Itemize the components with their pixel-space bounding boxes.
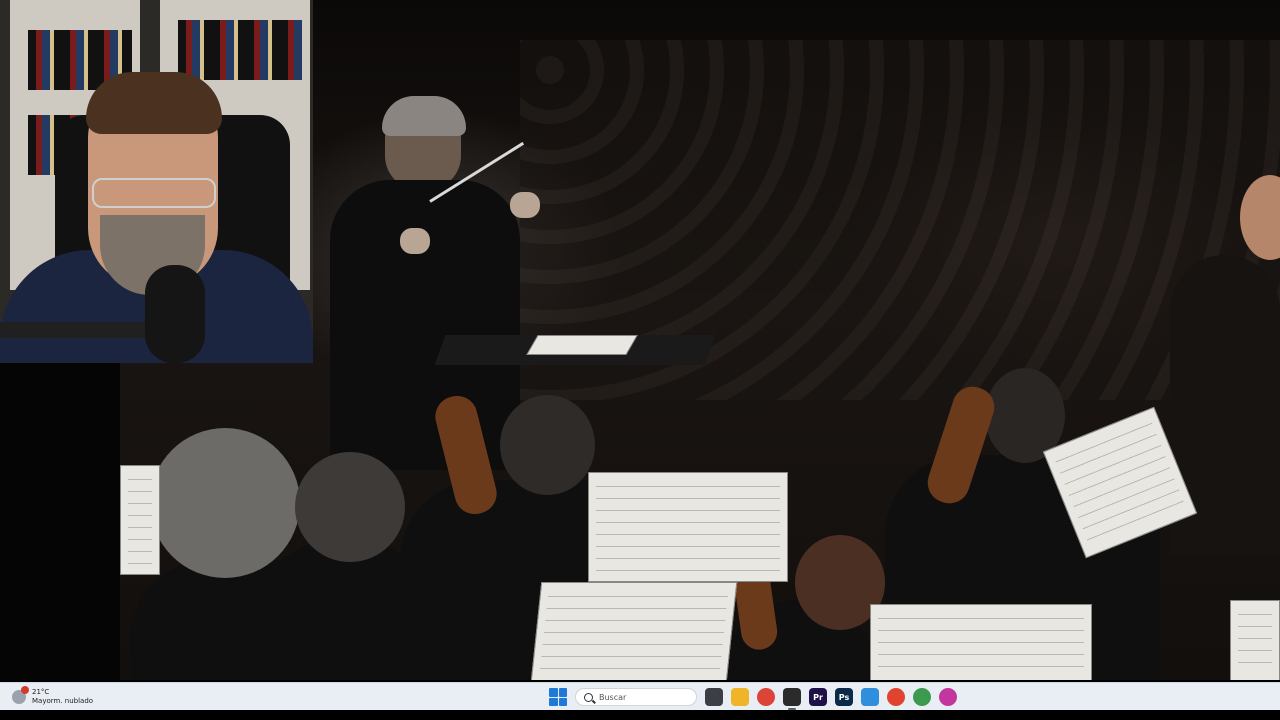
webcam-overlay [0, 0, 313, 363]
weather-condition: Mayorm. nublado [32, 697, 94, 705]
conductor [330, 96, 540, 470]
cellist-head [500, 395, 595, 495]
microphone [145, 265, 205, 363]
premiere-pro-icon[interactable]: Pr [809, 688, 827, 706]
violist-2-head [295, 452, 405, 562]
violist-head [150, 428, 300, 578]
sheet-music [588, 472, 788, 582]
photos-icon[interactable] [861, 688, 879, 706]
letterbox-left [0, 363, 120, 680]
sheet-music [120, 465, 160, 575]
conductor-score [526, 335, 638, 355]
photoshop-icon[interactable]: Ps [835, 688, 853, 706]
weather-widget[interactable]: 21°C Mayorm. nublado [12, 685, 93, 709]
task-view-icon[interactable] [705, 688, 723, 706]
file-explorer-icon[interactable] [731, 688, 749, 706]
sheet-music [870, 604, 1092, 680]
weather-cloud-icon [12, 686, 29, 704]
bottom-letterbox [0, 710, 1280, 720]
chrome-profile-icon-3[interactable] [939, 688, 957, 706]
windows-start-icon[interactable] [549, 688, 567, 706]
chrome-profile-icon-2[interactable] [913, 688, 931, 706]
sheet-music [1230, 600, 1280, 680]
search-icon [584, 692, 593, 702]
obs-icon[interactable] [783, 688, 801, 710]
chrome-icon[interactable] [757, 688, 775, 706]
taskbar-search-box[interactable]: Buscar [575, 688, 697, 706]
glasses [92, 178, 216, 208]
sheet-music [530, 582, 738, 680]
windows-taskbar: 21°C Mayorm. nublado Buscar Pr Ps [0, 682, 1280, 711]
weather-temperature: 21°C [32, 688, 50, 696]
streamer-hair [86, 72, 222, 134]
chrome-profile-icon-1[interactable] [887, 688, 905, 706]
search-placeholder: Buscar [599, 692, 627, 702]
